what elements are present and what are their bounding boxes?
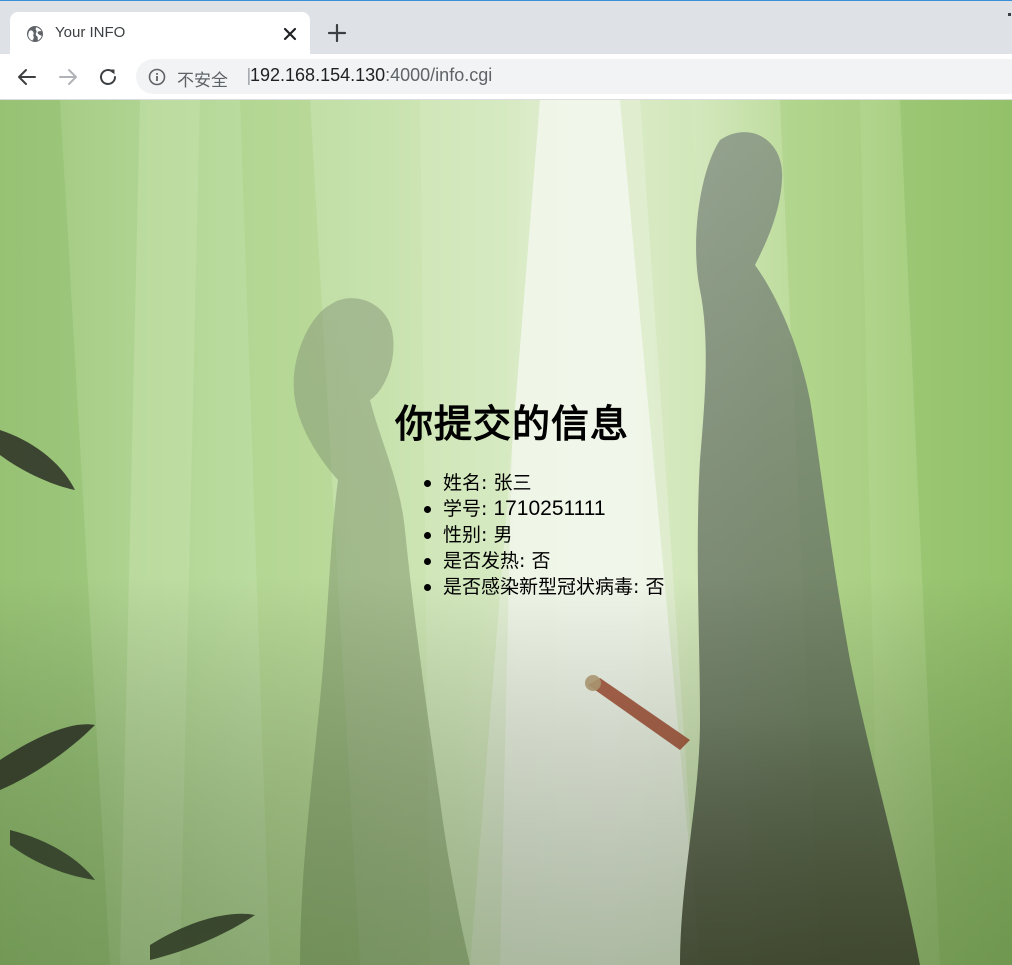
- item-label: 学号:: [443, 498, 488, 520]
- list-item-student-id: 学号: 1710251111: [423, 496, 664, 522]
- window-corner-mark: [1008, 13, 1011, 16]
- item-value: 男: [493, 524, 513, 546]
- page-viewport: 你提交的信息 姓名: 张三 学号: 1710251111 性别: 男 是否发热:…: [0, 100, 1012, 965]
- url-text[interactable]: 192.168.154.130:4000/info.cgi: [250, 65, 492, 86]
- arrow-left-icon[interactable]: [15, 65, 39, 89]
- item-value: 否: [531, 550, 551, 572]
- info-list: 姓名: 张三 学号: 1710251111 性别: 男 是否发热: 否 是否感染…: [423, 470, 665, 600]
- tab-title: Your INFO: [55, 24, 126, 41]
- browser-window: Your INFO 不安全 | 192.168.154.130:4000/inf…: [0, 0, 1012, 965]
- plus-icon[interactable]: [326, 22, 348, 44]
- address-bar[interactable]: 不安全 | 192.168.154.130:4000/info.cgi: [136, 59, 1012, 94]
- toolbar: 不安全 | 192.168.154.130:4000/info.cgi: [0, 54, 1012, 100]
- item-label: 性别:: [443, 524, 488, 546]
- tab-strip: Your INFO: [0, 0, 1012, 55]
- item-value: 张三: [493, 472, 532, 494]
- arrow-right-icon[interactable]: [56, 65, 80, 89]
- item-value: 否: [645, 576, 665, 598]
- page-title: 你提交的信息: [394, 402, 629, 446]
- list-item-infected: 是否感染新型冠状病毒: 否: [423, 574, 665, 600]
- list-item-name: 姓名: 张三: [423, 470, 664, 496]
- reload-icon[interactable]: [96, 65, 120, 89]
- close-icon[interactable]: [280, 24, 300, 44]
- security-label: 不安全: [177, 71, 228, 91]
- info-icon[interactable]: [148, 68, 166, 86]
- url-host: 192.168.154.130: [250, 65, 386, 85]
- item-label: 是否感染新型冠状病毒:: [443, 576, 640, 598]
- url-path: :4000/info.cgi: [385, 65, 493, 85]
- list-item-fever: 是否发热: 否: [423, 548, 664, 574]
- item-label: 是否发热:: [443, 550, 526, 572]
- list-item-gender: 性别: 男: [423, 522, 664, 548]
- item-value: 1710251111: [493, 497, 606, 520]
- tab-your-info[interactable]: Your INFO: [10, 12, 310, 55]
- item-label: 姓名:: [443, 472, 488, 494]
- globe-icon: [27, 26, 43, 42]
